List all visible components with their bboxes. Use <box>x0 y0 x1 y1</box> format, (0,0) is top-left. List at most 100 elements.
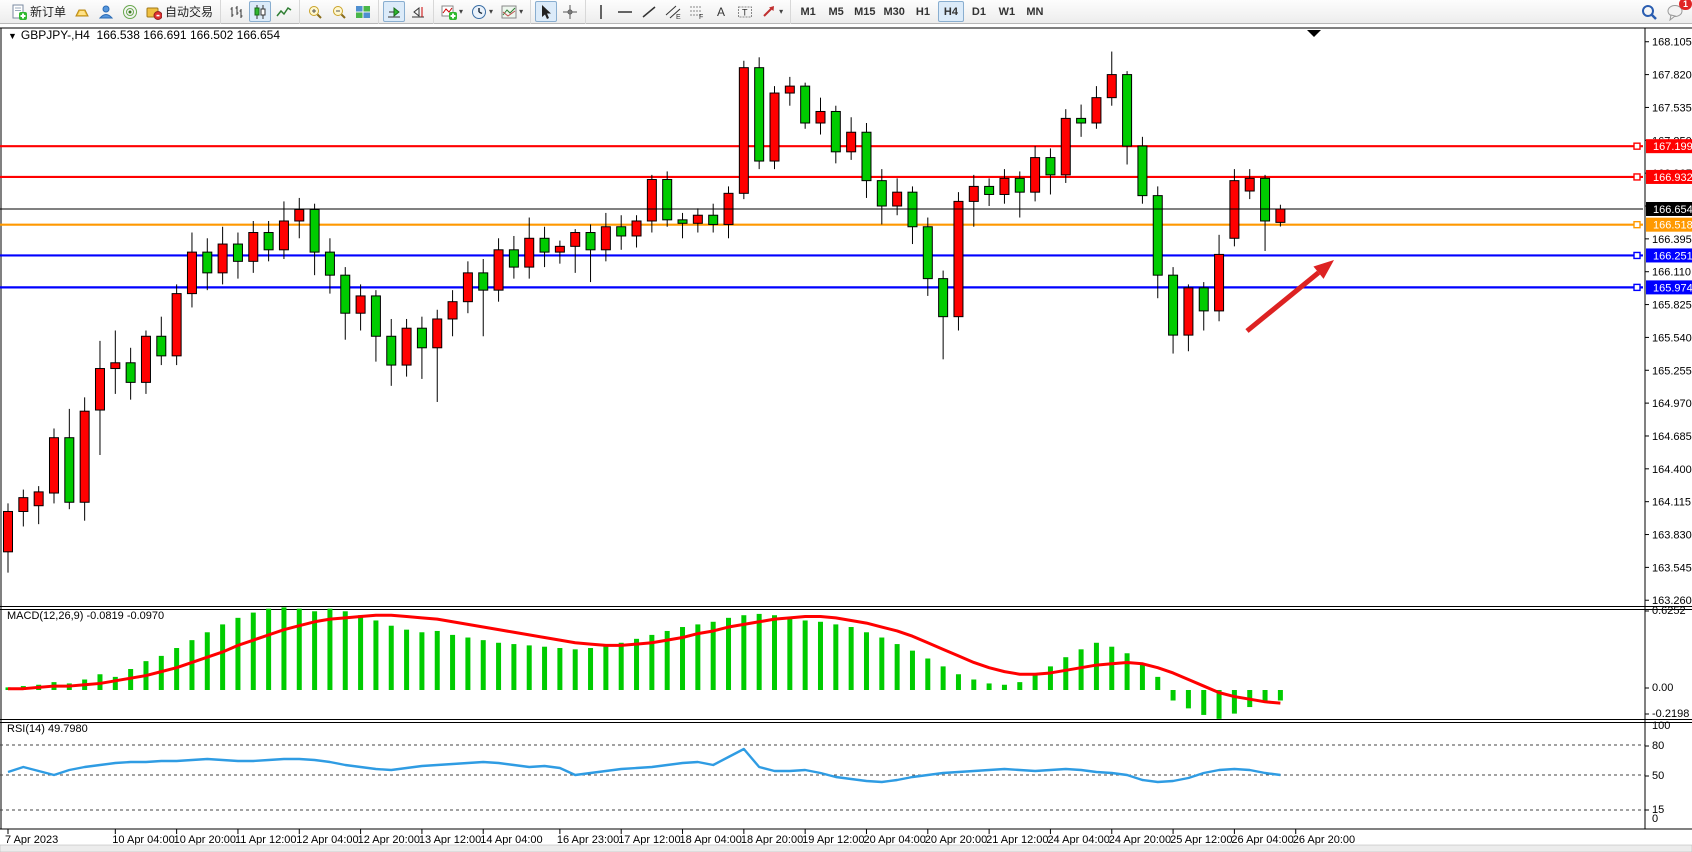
candle <box>571 233 580 247</box>
svg-text:18 Apr 20:00: 18 Apr 20:00 <box>741 834 803 846</box>
candle <box>463 273 472 302</box>
chart-shift-button[interactable] <box>407 1 429 22</box>
signal-icon <box>122 4 138 20</box>
candle <box>739 68 748 194</box>
hline-tool-button[interactable] <box>614 1 636 22</box>
candle <box>49 438 58 493</box>
trendline-icon <box>641 4 657 20</box>
candle <box>249 233 258 262</box>
zoom-in-button[interactable] <box>304 1 326 22</box>
auto-scroll-icon <box>386 4 402 20</box>
new-order-button[interactable]: 新订单 <box>8 1 69 22</box>
tile-windows-button[interactable] <box>352 1 374 22</box>
candle <box>877 181 886 206</box>
text-tool-button[interactable]: A <box>710 1 732 22</box>
objects-group: ▾ ▾ ▾ <box>433 0 530 24</box>
trendline-tool-button[interactable] <box>638 1 660 22</box>
candle <box>433 319 442 348</box>
chart-canvas[interactable]: 168.105167.820167.535167.250166.965166.6… <box>0 24 1692 852</box>
candle <box>985 186 994 194</box>
timeframe-w1[interactable]: W1 <box>994 1 1020 22</box>
search-button[interactable] <box>1637 1 1661 22</box>
svg-text:164.970: 164.970 <box>1652 398 1692 410</box>
candle <box>279 221 288 250</box>
timeframe-mn[interactable]: MN <box>1022 1 1048 22</box>
svg-text:T: T <box>742 7 748 17</box>
candle <box>325 252 334 275</box>
svg-text:10 Apr 20:00: 10 Apr 20:00 <box>174 834 236 846</box>
zoom-group <box>299 0 378 24</box>
candle <box>770 93 779 161</box>
arrows-tool-button[interactable]: ▾ <box>758 1 786 22</box>
timeframe-m1[interactable]: M1 <box>795 1 821 22</box>
candle <box>417 328 426 348</box>
clock-icon <box>471 4 487 20</box>
svg-text:0.6252: 0.6252 <box>1652 605 1686 617</box>
candle <box>893 192 902 206</box>
chat-button[interactable]: 1 <box>1663 1 1687 22</box>
channel-tool-button[interactable]: E <box>662 1 684 22</box>
fibonacci-tool-button[interactable]: F <box>686 1 708 22</box>
candle <box>540 238 549 252</box>
svg-text:0.00: 0.00 <box>1652 682 1673 694</box>
auto-scroll-button[interactable] <box>383 1 405 22</box>
candle <box>1107 75 1116 98</box>
svg-text:11 Apr 12:00: 11 Apr 12:00 <box>235 834 297 846</box>
svg-text:80: 80 <box>1652 740 1664 752</box>
timeframe-group: M1 M5 M15 M30 H1 H4 D1 W1 MN <box>790 0 1052 24</box>
indicators-button[interactable]: ▾ <box>438 1 466 22</box>
bar-chart-button[interactable] <box>225 1 247 22</box>
community-button[interactable] <box>95 1 117 22</box>
candle <box>111 363 120 369</box>
svg-text:168.105: 168.105 <box>1652 37 1692 49</box>
zoom-in-icon <box>307 4 323 20</box>
timeframe-d1[interactable]: D1 <box>966 1 992 22</box>
crosshair-button[interactable] <box>559 1 581 22</box>
price-label-box: 166.654 <box>1646 202 1692 216</box>
candlestick-button[interactable] <box>249 1 271 22</box>
vline-tool-button[interactable] <box>590 1 612 22</box>
timeframe-m30[interactable]: M30 <box>881 1 908 22</box>
timeframe-m15[interactable]: M15 <box>851 1 878 22</box>
candle <box>126 363 135 383</box>
person-icon <box>98 4 114 20</box>
channel-icon: E <box>665 4 681 20</box>
auto-trading-button[interactable]: 自动交易 <box>143 1 216 22</box>
timeframe-m5[interactable]: M5 <box>823 1 849 22</box>
candle <box>187 252 196 293</box>
candle <box>402 328 411 365</box>
svg-text:163.545: 163.545 <box>1652 562 1692 574</box>
fibonacci-icon: F <box>689 4 705 20</box>
candle <box>1261 178 1270 221</box>
svg-text:F: F <box>699 14 703 20</box>
gold-icon <box>74 4 90 20</box>
cursor-button[interactable] <box>535 1 557 22</box>
zoom-out-button[interactable] <box>328 1 350 22</box>
text-label-icon: T <box>737 4 753 20</box>
candle <box>801 86 810 123</box>
periods-button[interactable]: ▾ <box>468 1 496 22</box>
candle <box>1077 118 1086 123</box>
candle <box>847 132 856 152</box>
signals-button[interactable] <box>119 1 141 22</box>
candle <box>65 438 74 503</box>
line-chart-button[interactable] <box>273 1 295 22</box>
timeframe-h4[interactable]: H4 <box>938 1 964 22</box>
zoom-out-icon <box>331 4 347 20</box>
candle <box>1138 146 1147 196</box>
templates-button[interactable]: ▾ <box>498 1 526 22</box>
deposit-button[interactable] <box>71 1 93 22</box>
label-tool-button[interactable]: T <box>734 1 756 22</box>
svg-text:164.115: 164.115 <box>1652 497 1691 509</box>
svg-text:20 Apr 20:00: 20 Apr 20:00 <box>925 834 987 846</box>
candle <box>678 220 687 223</box>
symbol-dropdown-icon[interactable]: ▼ <box>8 31 17 41</box>
arrows-caret: ▾ <box>779 7 783 16</box>
candle <box>1215 254 1224 310</box>
candle <box>295 209 304 221</box>
timeframe-h1[interactable]: H1 <box>910 1 936 22</box>
svg-text:26 Apr 04:00: 26 Apr 04:00 <box>1231 834 1293 846</box>
candle <box>601 227 610 250</box>
indicators-icon <box>441 4 457 20</box>
svg-text:165.255: 165.255 <box>1652 365 1692 377</box>
